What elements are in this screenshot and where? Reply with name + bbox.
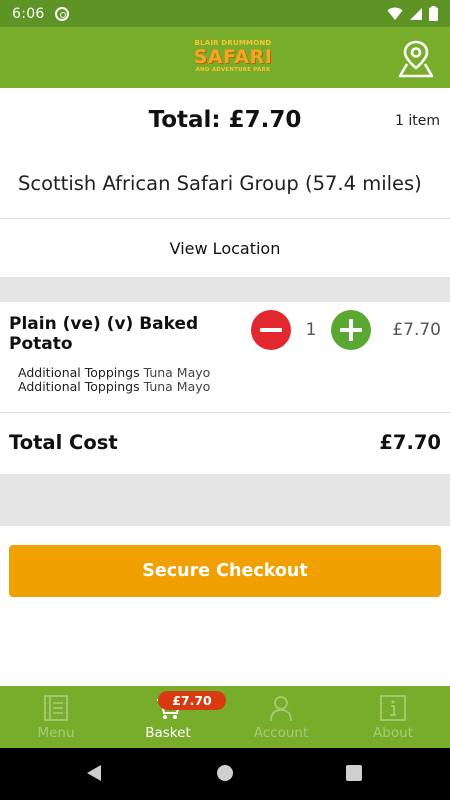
basket-total-header: Total: £7.70 1 item (0, 88, 450, 158)
home-icon[interactable] (217, 765, 233, 781)
logo-line-3: AND ADVENTURE PARK (195, 67, 271, 73)
decrease-quantity-button[interactable] (251, 310, 291, 350)
increase-quantity-button[interactable] (331, 310, 371, 350)
menu-book-icon (44, 695, 68, 721)
app-bar: BLAIR DRUMMOND SAFARI AND ADVENTURE PARK (0, 27, 450, 88)
item-name: Plain (ve) (v) Baked Potato (9, 314, 199, 354)
logo-line-2: SAFARI (193, 46, 273, 68)
info-icon (380, 695, 406, 721)
map-pin-icon[interactable] (397, 38, 435, 78)
basket-total: Total: £7.70 (148, 107, 302, 133)
view-location-button[interactable]: View Location (0, 219, 450, 277)
basket-total-badge: £7.70 (158, 691, 226, 710)
modifier-value: Tuna Mayo (143, 379, 211, 394)
total-cost-value: £7.70 (379, 431, 441, 454)
nav-label-about: About (373, 725, 413, 741)
item-modifier: Additional Toppings Tuna Mayo (18, 365, 210, 380)
nav-label-basket: Basket (145, 725, 191, 741)
notification-icon (54, 6, 69, 21)
total-cost-label: Total Cost (9, 431, 118, 454)
nav-label-menu: Menu (37, 725, 75, 741)
item-quantity: 1 (305, 320, 317, 340)
nav-tab-about[interactable]: About (337, 686, 449, 748)
status-bar: 6:06 (0, 0, 450, 27)
safari-logo: BLAIR DRUMMOND SAFARI AND ADVENTURE PARK (190, 39, 276, 79)
item-price: £7.70 (392, 320, 441, 340)
modifier-label: Additional Toppings (18, 365, 140, 380)
battery-icon (429, 6, 438, 21)
modifier-value: Tuna Mayo (143, 365, 211, 380)
nav-label-account: Account (253, 725, 309, 741)
back-icon[interactable] (87, 765, 101, 781)
status-icons (387, 6, 438, 21)
wifi-icon (387, 7, 403, 20)
item-modifier: Additional Toppings Tuna Mayo (18, 379, 210, 394)
person-icon (270, 696, 292, 722)
section-spacer (0, 474, 450, 526)
nav-tab-account[interactable]: Account (225, 686, 337, 748)
signal-icon (410, 7, 422, 20)
section-spacer (0, 277, 450, 302)
nav-tab-menu[interactable]: Menu (0, 686, 112, 748)
restaurant-name: Scottish African Safari Group (57.4 mile… (18, 172, 422, 195)
recent-apps-icon[interactable] (346, 765, 362, 781)
secure-checkout-button[interactable]: Secure Checkout (9, 545, 441, 597)
basket-line-item: Plain (ve) (v) Baked Potato Additional T… (0, 302, 450, 412)
item-count: 1 item (395, 113, 440, 129)
modifier-label: Additional Toppings (18, 379, 140, 394)
status-time: 6:06 (12, 5, 45, 22)
divider (0, 412, 450, 413)
